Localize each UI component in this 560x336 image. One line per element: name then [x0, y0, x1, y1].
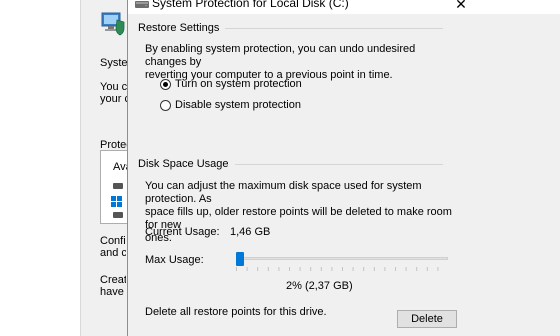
- disk-space-title: Disk Space Usage: [138, 158, 229, 170]
- section-divider: [225, 27, 443, 29]
- current-usage-value: 1,46 GB: [230, 226, 271, 238]
- slider-tick: [320, 267, 322, 271]
- slider-tick: [352, 267, 354, 271]
- radio-disable-protection[interactable]: Disable system protection: [160, 98, 301, 112]
- title-bar[interactable]: System Protection for Local Disk (C:) ✕: [128, 0, 560, 14]
- slider-tick: [395, 267, 396, 271]
- radio-turn-on-protection[interactable]: Turn on system protection: [160, 77, 302, 91]
- slider-ticks: [236, 267, 439, 271]
- slider-tick: [437, 267, 439, 271]
- bg-label-have: have: [100, 286, 124, 298]
- section-divider: [234, 163, 443, 165]
- slider-tick: [236, 267, 237, 271]
- slider-tick: [246, 267, 248, 271]
- radio-label: Disable system protection: [175, 99, 301, 111]
- max-usage-label: Max Usage:: [145, 254, 204, 266]
- description-line: You can adjust the maximum disk space us…: [145, 180, 422, 205]
- slider-tick: [373, 267, 375, 271]
- delete-button[interactable]: Delete: [397, 310, 457, 328]
- radio-label: Turn on system protection: [175, 78, 302, 90]
- max-usage-value: 2% (2,37 GB): [286, 280, 353, 292]
- slider-tick: [331, 267, 333, 271]
- bg-windows-drive-icon: [111, 196, 122, 207]
- slider-tick: [426, 267, 428, 271]
- slider-tick: [342, 267, 343, 271]
- slider-tick: [405, 267, 407, 271]
- bg-label-you-can: You ca: [100, 81, 128, 93]
- slider-tick: [384, 267, 386, 271]
- bg-label-your-computer: your c: [100, 93, 128, 105]
- slider-tick: [267, 267, 269, 271]
- drive-icon: [135, 1, 149, 8]
- slider-tick: [257, 267, 259, 271]
- slider-tick: [310, 267, 312, 271]
- max-usage-slider-thumb[interactable]: [236, 252, 245, 266]
- description-line: By enabling system protection, you can u…: [145, 43, 416, 68]
- restore-settings-header: Restore Settings: [138, 21, 443, 35]
- restore-settings-title: Restore Settings: [138, 22, 220, 34]
- bg-label-configure: Confi: [100, 235, 126, 247]
- radio-button[interactable]: [160, 99, 171, 111]
- close-button[interactable]: ✕: [448, 0, 474, 12]
- system-protection-dialog: System Protection for Local Disk (C:) ✕ …: [127, 0, 560, 336]
- disk-space-header: Disk Space Usage: [138, 157, 443, 171]
- computer-shield-icon: [101, 12, 125, 36]
- bg-label-create: Creat: [100, 274, 126, 286]
- bg-label-system: System: [100, 57, 130, 69]
- bg-drive-icon: [113, 183, 123, 189]
- slider-tick: [363, 267, 365, 271]
- slider-tick: [289, 267, 290, 271]
- delete-restore-points-text: Delete all restore points for this drive…: [145, 306, 327, 318]
- bg-label-and: and c: [100, 247, 126, 259]
- current-usage-label: Current Usage:: [145, 226, 220, 238]
- bg-drive-icon-2: [113, 212, 123, 218]
- slider-tick: [299, 267, 301, 271]
- radio-button-checked[interactable]: [160, 78, 171, 90]
- dialog-title: System Protection for Local Disk (C:): [152, 0, 349, 10]
- slider-tick: [416, 267, 418, 271]
- slider-tick: [278, 267, 280, 271]
- max-usage-slider-track[interactable]: [236, 257, 448, 260]
